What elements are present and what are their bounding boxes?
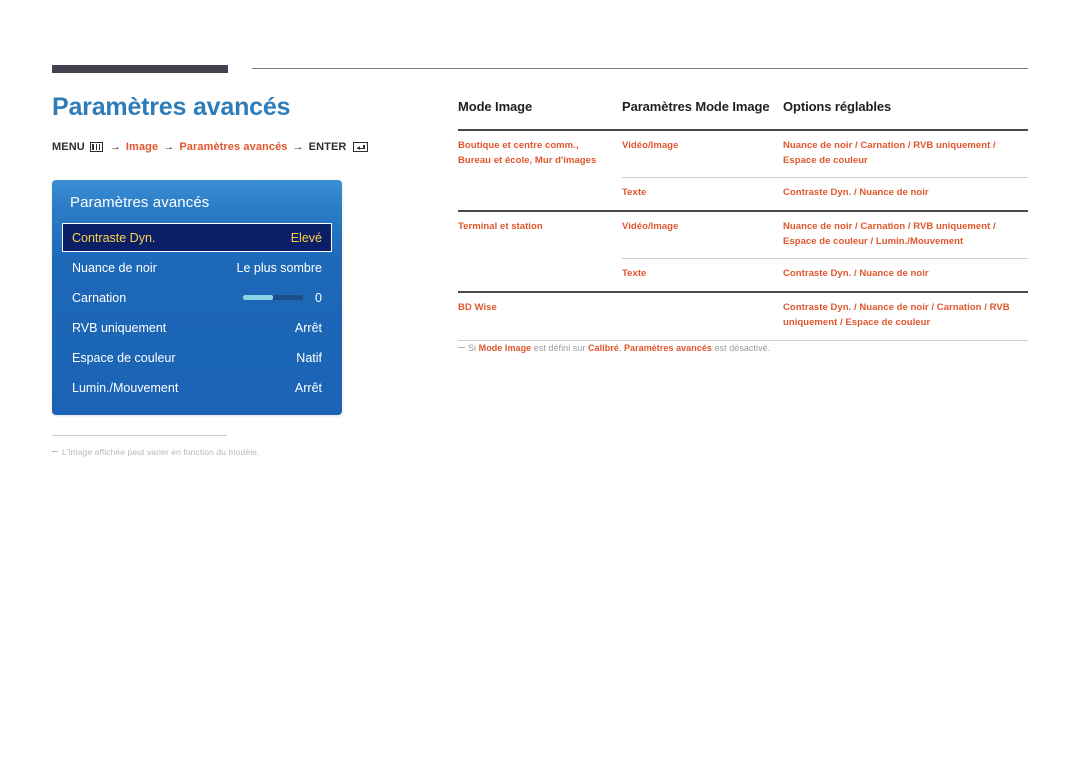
osd-row-6[interactable]: Lumin./Mouvement Arrêt [52, 373, 342, 402]
left-footnote-text: L'image affichée peut varier en fonction… [62, 447, 260, 457]
breadcrumb-item-image[interactable]: Image [126, 141, 158, 153]
header-accent-bar [52, 65, 228, 73]
page-title: Paramètres avancés [52, 93, 291, 121]
table-row: BD Wise Contraste Dyn. / Nuance de noir … [458, 293, 1028, 339]
table-cell-options: Nuance de noir / Carnation / RVB uniquem… [783, 139, 996, 166]
header-thin-rule [252, 68, 1028, 69]
breadcrumb-arrow-2: → [163, 141, 175, 154]
table-cell-options: Contraste Dyn. / Nuance de noir [783, 268, 929, 280]
osd-row-value: Elevé [290, 230, 322, 245]
osd-row-value: 0 [315, 290, 322, 305]
left-column: Paramètres avancés MENU → Image → Paramè… [52, 92, 432, 153]
breadcrumb-enter-label: ENTER [308, 141, 347, 154]
footnote-dash-icon [52, 451, 58, 452]
menu-grid-icon [89, 142, 103, 153]
breadcrumb-arrow-1: → [109, 141, 121, 154]
breadcrumb-item-parametres-avances[interactable]: Paramètres avancés [179, 141, 287, 153]
table-row: Texte Contraste Dyn. / Nuance de noir [458, 178, 1028, 210]
osd-row-5[interactable]: Espace de couleur Natif [52, 343, 342, 372]
table-footnote-b3: Paramètres avancés [623, 343, 712, 353]
left-footnote: L'image affichée peut varier en fonction… [52, 447, 259, 457]
osd-row-label: Carnation [72, 290, 127, 305]
table-cell-options: Contraste Dyn. / Nuance de noir / Carnat… [783, 302, 1010, 328]
osd-slider-track[interactable] [243, 295, 304, 300]
table-footnote-p1: Si [468, 343, 479, 353]
table-bottom-rule [458, 339, 1028, 341]
osd-row-label: Contraste Dyn. [72, 230, 156, 245]
osd-row-value: Natif [296, 350, 322, 365]
table-body: Boutique et centre comm., Bureau et écol… [458, 131, 1028, 341]
osd-row-label: RVB uniquement [72, 320, 167, 335]
table-header-row: Mode Image Paramètres Mode Image Options… [458, 98, 1028, 129]
osd-panel: Paramètres avancés Contraste Dyn. Elevé Nu… [52, 180, 342, 415]
table-cell-setting: Texte [622, 268, 647, 280]
table-header-mode-image: Mode Image [458, 99, 533, 114]
table-footnote-b2: Calibré [588, 343, 619, 353]
osd-row-value: Le plus sombre [236, 260, 322, 275]
osd-row-2[interactable]: Nuance de noir Le plus sombre [52, 253, 342, 282]
breadcrumb-arrow-3: → [292, 141, 304, 154]
osd-slider-fill [243, 295, 274, 300]
breadcrumb-menu-label: MENU [52, 141, 85, 154]
table-row: Texte Contraste Dyn. / Nuance de noir [458, 259, 1028, 291]
enter-return-icon [353, 142, 369, 153]
table-cell-mode: Terminal et station [458, 221, 543, 232]
osd-row-value: Arrêt [294, 320, 322, 335]
table-row: Terminal et station Vidéo/Image Nuance de … [458, 212, 1028, 258]
osd-panel-title: Paramètres avancés [70, 194, 210, 211]
osd-row-value: Arrêt [294, 380, 322, 395]
table-cell-setting: Vidéo/Image [622, 139, 679, 151]
table-cell-options: Contraste Dyn. / Nuance de noir [783, 187, 929, 199]
osd-row-list: Contraste Dyn. Elevé Nuance de noir Le plus… [52, 223, 342, 403]
table-header-parametres-mode-image: Paramètres Mode Image [622, 99, 770, 114]
table-cell-setting: Texte [622, 187, 647, 199]
breadcrumb: MENU → Image → Paramètres avancés → ENTE… [52, 141, 432, 153]
table-footnote: Si Mode Image est défini sur Calibré, Pa… [458, 343, 1028, 353]
table-header-options-reglables: Options réglables [783, 99, 892, 114]
osd-row-1[interactable]: Contraste Dyn. Elevé [62, 223, 332, 252]
osd-row-4[interactable]: RVB uniquement Arrêt [52, 313, 342, 342]
left-note-rule [52, 435, 227, 436]
osd-row-label: Lumin./Mouvement [72, 380, 179, 395]
table-footnote-b1: Mode Image [478, 343, 532, 353]
osd-slider-wrapper[interactable]: 0 [243, 291, 322, 305]
table-cell-mode: BD Wise [458, 302, 497, 314]
options-table: Mode Image Paramètres Mode Image Options… [458, 98, 1028, 341]
osd-row-3[interactable]: Carnation 0 [52, 283, 342, 312]
table-cell-options: Nuance de noir / Carnation / RVB uniquem… [783, 221, 996, 247]
table-footnote-p4: est désactivé. [711, 343, 771, 353]
table-cell-setting: Vidéo/Image [622, 221, 679, 232]
osd-row-label: Espace de couleur [72, 350, 176, 365]
table-footnote-dash-icon [458, 346, 465, 348]
osd-row-label: Nuance de noir [72, 260, 157, 275]
table-row: Boutique et centre comm., Bureau et écol… [458, 131, 1028, 177]
table-cell-mode: Boutique et centre comm., Bureau et écol… [458, 139, 597, 166]
table-footnote-p2: est défini sur [531, 343, 588, 353]
